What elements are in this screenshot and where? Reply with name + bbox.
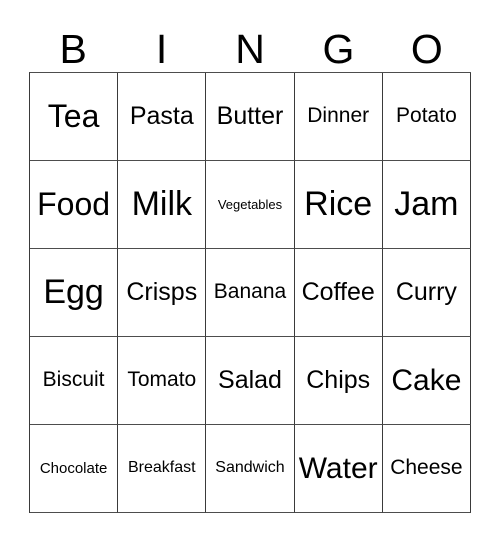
- bingo-cell-label: Salad: [218, 366, 282, 395]
- bingo-cell-r2c5[interactable]: Jam: [382, 161, 471, 249]
- bingo-grid: Tea Pasta Butter Dinner Potato Food Milk…: [29, 72, 471, 513]
- bingo-cell-label: Cake: [391, 363, 462, 397]
- bingo-cell-label: Jam: [394, 184, 459, 223]
- bingo-cell-label: Vegetables: [217, 196, 283, 212]
- bingo-cell-r4c2[interactable]: Tomato: [118, 337, 207, 425]
- header-letter-i: I: [155, 26, 168, 72]
- bingo-cell-r3c1[interactable]: Egg: [30, 249, 119, 337]
- bingo-cell-label: Chocolate: [39, 459, 108, 477]
- bingo-cell-r2c3[interactable]: Vegetables: [206, 161, 295, 249]
- bingo-card: B I N G O Tea Pasta Butter Dinner Potato…: [0, 0, 500, 544]
- bingo-cell-label: Biscuit: [42, 368, 105, 392]
- bingo-cell-label: Cheese: [390, 456, 463, 480]
- bingo-cell-r1c2[interactable]: Pasta: [118, 73, 207, 161]
- bingo-cell-r4c4[interactable]: Chips: [294, 337, 383, 425]
- bingo-cell-label: Butter: [216, 102, 284, 131]
- bingo-cell-r4c5[interactable]: Cake: [382, 337, 471, 425]
- bingo-cell-label: Rice: [304, 184, 373, 223]
- bingo-cell-label: Pasta: [129, 102, 194, 131]
- bingo-cell-r3c5[interactable]: Curry: [382, 249, 471, 337]
- bingo-cell-label: Coffee: [301, 278, 375, 307]
- bingo-cell-label: Sandwich: [215, 459, 285, 477]
- bingo-cell-r2c4[interactable]: Rice: [294, 161, 383, 249]
- header-letter-n: N: [235, 26, 265, 72]
- bingo-cell-r4c1[interactable]: Biscuit: [30, 337, 119, 425]
- bingo-cell-label: Egg: [43, 272, 104, 311]
- bingo-cell-label: Banana: [213, 280, 287, 304]
- bingo-cell-r1c4[interactable]: Dinner: [294, 73, 383, 161]
- bingo-cell-label: Breakfast: [127, 459, 196, 477]
- bingo-cell-r1c1[interactable]: Tea: [30, 73, 119, 161]
- bingo-header-row: B I N G O: [29, 20, 471, 72]
- bingo-cell-label: Crisps: [126, 278, 198, 307]
- bingo-cell-label: Potato: [396, 104, 457, 128]
- bingo-cell-r1c3[interactable]: Butter: [206, 73, 295, 161]
- header-letter-g: G: [322, 26, 355, 72]
- bingo-cell-r5c2[interactable]: Breakfast: [118, 425, 207, 513]
- bingo-cell-r5c4[interactable]: Water: [294, 425, 383, 513]
- bingo-cell-label: Milk: [131, 184, 192, 223]
- bingo-cell-label: Chips: [306, 366, 371, 395]
- header-letter-b: B: [59, 26, 87, 72]
- bingo-cell-r1c5[interactable]: Potato: [382, 73, 471, 161]
- bingo-cell-r2c2[interactable]: Milk: [118, 161, 207, 249]
- bingo-cell-r5c5[interactable]: Cheese: [382, 425, 471, 513]
- bingo-cell-label: Food: [37, 185, 111, 222]
- bingo-cell-r5c1[interactable]: Chocolate: [30, 425, 119, 513]
- bingo-cell-label: Curry: [395, 278, 457, 307]
- bingo-cell-label: Water: [298, 451, 378, 485]
- bingo-cell-r2c1[interactable]: Food: [30, 161, 119, 249]
- header-letter-o: O: [410, 26, 443, 72]
- bingo-cell-label: Tea: [47, 97, 100, 134]
- bingo-cell-r3c4[interactable]: Coffee: [294, 249, 383, 337]
- bingo-cell-r3c2[interactable]: Crisps: [118, 249, 207, 337]
- bingo-cell-r5c3[interactable]: Sandwich: [206, 425, 295, 513]
- bingo-cell-label: Tomato: [127, 368, 197, 392]
- bingo-cell-r4c3[interactable]: Salad: [206, 337, 295, 425]
- bingo-cell-label: Dinner: [307, 104, 370, 128]
- bingo-cell-r3c3[interactable]: Banana: [206, 249, 295, 337]
